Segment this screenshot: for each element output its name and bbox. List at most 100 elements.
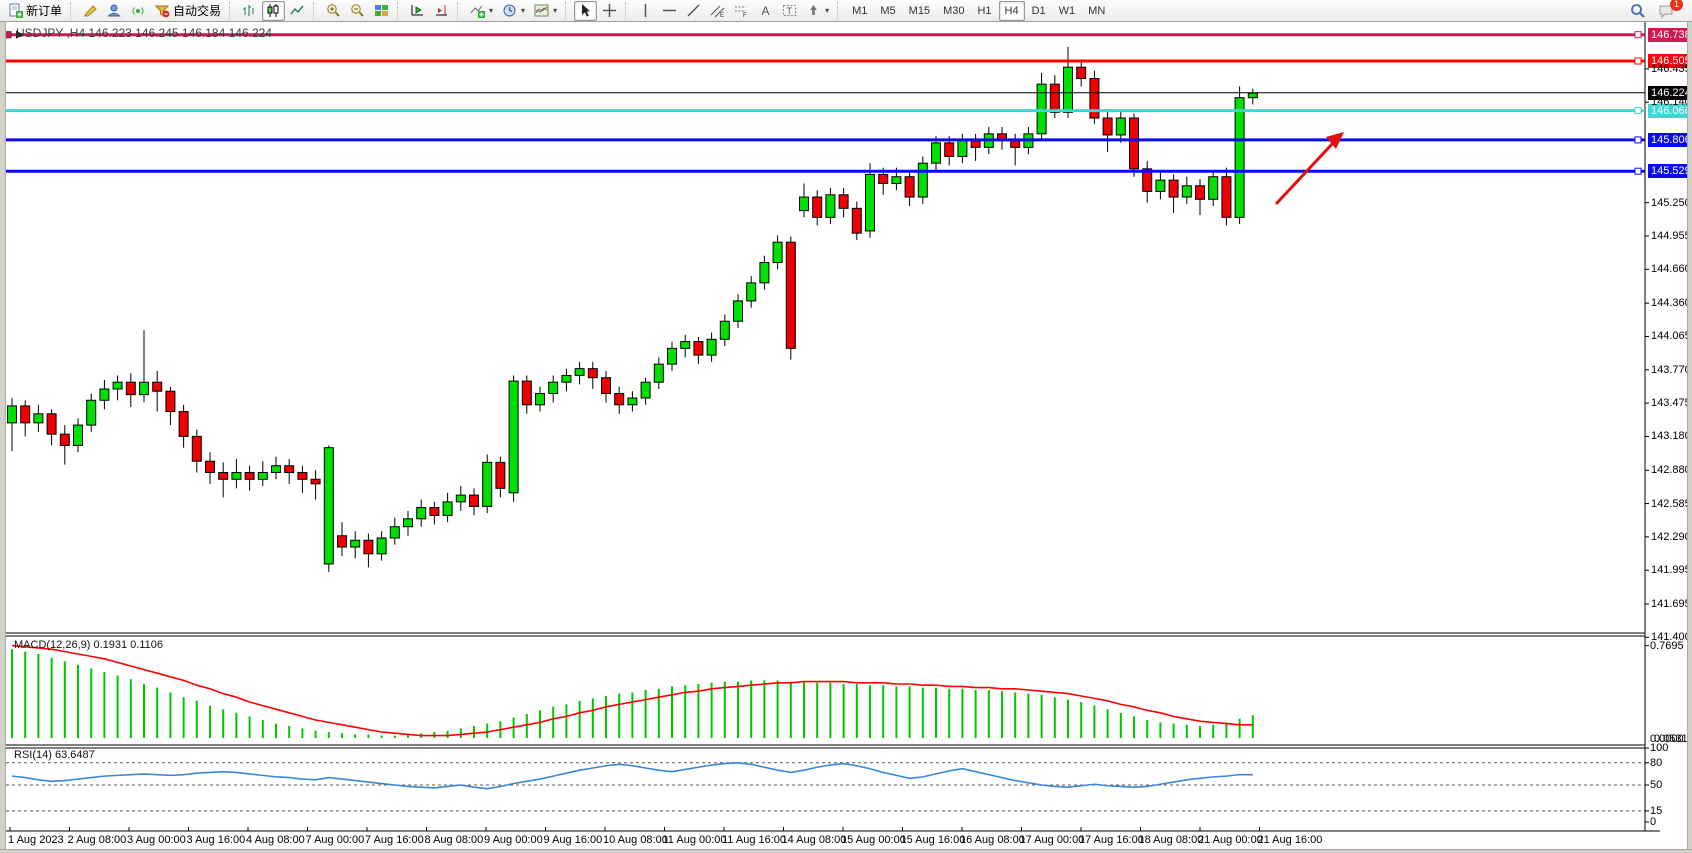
annotation-arrow[interactable] bbox=[1276, 132, 1344, 204]
line-handle[interactable] bbox=[1635, 32, 1641, 38]
line-handle[interactable] bbox=[1635, 168, 1641, 174]
timeframe-m1-button[interactable]: M1 bbox=[846, 1, 873, 21]
time-axis-label: 21 Aug 16:00 bbox=[1258, 834, 1323, 846]
channel-tool-button[interactable]: E bbox=[706, 1, 729, 21]
signal-icon bbox=[131, 3, 146, 18]
horizontal-line-icon bbox=[662, 3, 677, 18]
tile-windows-icon bbox=[374, 3, 389, 18]
price-level-label[interactable]: 146.738 bbox=[1648, 28, 1692, 42]
macd-indicator-label: MACD(12,26,9) 0.1931 0.1106 bbox=[14, 639, 163, 651]
toolbar-separator bbox=[837, 2, 842, 20]
templates-button[interactable]: ▾ bbox=[530, 1, 561, 21]
vertical-line-tool-button[interactable] bbox=[634, 1, 657, 21]
auto-trading-button[interactable]: 自动交易 bbox=[151, 1, 225, 21]
arrows-tool-button[interactable]: ▾ bbox=[802, 1, 833, 21]
time-axis-label: 15 Aug 00:00 bbox=[841, 834, 906, 846]
line-handle[interactable] bbox=[1635, 58, 1641, 64]
time-axis-label: 11 Aug 16:00 bbox=[722, 834, 786, 846]
svg-text:E: E bbox=[720, 13, 724, 18]
periods-button[interactable]: ▾ bbox=[498, 1, 529, 21]
line-handle[interactable] bbox=[1635, 108, 1641, 114]
time-axis-label: 8 Aug 08:00 bbox=[425, 834, 484, 846]
price-axis-tick: 141.695 bbox=[1651, 598, 1691, 610]
zoom-out-icon bbox=[350, 3, 365, 18]
svg-text:A: A bbox=[762, 4, 770, 18]
price-axis-tick: 146.140 bbox=[1651, 96, 1691, 108]
timeframe-m15-button[interactable]: M15 bbox=[903, 1, 936, 21]
macd-max-label: 0.7695 bbox=[1650, 640, 1684, 652]
chart-shift-button[interactable] bbox=[430, 1, 453, 21]
rsi-level-label: 0 bbox=[1650, 816, 1656, 828]
crosshair-tool-button[interactable] bbox=[598, 1, 621, 21]
candles-layer bbox=[8, 47, 1258, 572]
community-button[interactable] bbox=[103, 1, 126, 21]
timeframe-m30-button[interactable]: M30 bbox=[937, 1, 970, 21]
price-axis-tick: 141.995 bbox=[1651, 564, 1691, 576]
zoom-in-icon bbox=[326, 3, 341, 18]
new-order-button[interactable]: 新订单 bbox=[4, 1, 66, 21]
candlestick-mode-button[interactable] bbox=[262, 1, 285, 21]
indicators-button[interactable]: ▾ bbox=[466, 1, 497, 21]
auto-scroll-button[interactable] bbox=[406, 1, 429, 21]
price-level-label[interactable]: 145.529 bbox=[1648, 164, 1692, 178]
toolbar-separator bbox=[457, 2, 462, 20]
time-axis-label: 7 Aug 16:00 bbox=[365, 834, 424, 846]
styler-button[interactable] bbox=[79, 1, 102, 21]
text-tool-button[interactable]: A bbox=[754, 1, 777, 21]
time-axis-label: 10 Aug 08:00 bbox=[603, 834, 668, 846]
timeframe-mn-button[interactable]: MN bbox=[1082, 1, 1111, 21]
horizontal-line-tool-button[interactable] bbox=[658, 1, 681, 21]
signals-button[interactable] bbox=[127, 1, 150, 21]
time-axis-label: 15 Aug 16:00 bbox=[901, 834, 966, 846]
timeframe-w1-button[interactable]: W1 bbox=[1053, 1, 1082, 21]
chevron-down-icon: ▾ bbox=[825, 6, 829, 15]
line-handle[interactable] bbox=[1635, 137, 1641, 143]
search-button[interactable] bbox=[1626, 1, 1650, 21]
bar-chart-mode-button[interactable] bbox=[238, 1, 261, 21]
time-axis-label: 11 Aug 00:00 bbox=[663, 834, 727, 846]
toolbar: 新订单 自动交易 bbox=[0, 0, 1692, 22]
price-axis-tick: 146.435 bbox=[1651, 63, 1691, 75]
price-axis-tick: 144.065 bbox=[1651, 330, 1691, 342]
chevron-down-icon: ▾ bbox=[553, 6, 557, 15]
fibonacci-tool-button[interactable]: F bbox=[730, 1, 753, 21]
timeframe-h4-button[interactable]: H4 bbox=[999, 1, 1025, 21]
timeframe-h1-button[interactable]: H1 bbox=[971, 1, 997, 21]
time-axis-label: 3 Aug 16:00 bbox=[187, 834, 246, 846]
tile-windows-button[interactable] bbox=[370, 1, 393, 21]
crosshair-icon bbox=[602, 3, 617, 18]
vertical-line-icon bbox=[638, 3, 653, 18]
price-axis-tick: 143.475 bbox=[1651, 397, 1691, 409]
clock-icon bbox=[502, 3, 517, 18]
time-axis-label: 9 Aug 16:00 bbox=[544, 834, 603, 846]
trendline-tool-button[interactable] bbox=[682, 1, 705, 21]
chevron-down-icon: ▾ bbox=[521, 6, 525, 15]
cursor-tool-button[interactable] bbox=[574, 1, 597, 21]
timeframe-d1-button[interactable]: D1 bbox=[1026, 1, 1052, 21]
macd-layer bbox=[12, 646, 1253, 738]
svg-text:F: F bbox=[743, 13, 747, 18]
line-chart-icon bbox=[290, 3, 305, 18]
notifications-button[interactable]: 1 bbox=[1654, 1, 1678, 21]
toolbar-separator bbox=[313, 2, 318, 20]
time-axis-label: 4 Aug 08:00 bbox=[246, 834, 305, 846]
rsi-level-label: 100 bbox=[1650, 742, 1668, 754]
add-indicator-icon bbox=[470, 3, 485, 18]
zoom-in-button[interactable] bbox=[322, 1, 345, 21]
zoom-out-button[interactable] bbox=[346, 1, 369, 21]
time-axis-label: 17 Aug 16:00 bbox=[1079, 834, 1144, 846]
price-axis-tick: 145.250 bbox=[1651, 197, 1691, 209]
chevron-down-icon: ▾ bbox=[489, 6, 493, 15]
time-axis-label: 21 Aug 00:00 bbox=[1198, 834, 1263, 846]
timeframe-m5-button[interactable]: M5 bbox=[874, 1, 901, 21]
price-axis-tick: 142.290 bbox=[1651, 531, 1691, 543]
text-label-tool-button[interactable]: T bbox=[778, 1, 801, 21]
chart-canvas[interactable]: USDJPY ,H4 146.223 146.245 146.184 146.2… bbox=[0, 22, 1692, 853]
time-axis-label: 2 Aug 08:00 bbox=[68, 834, 127, 846]
price-level-label[interactable]: 145.806 bbox=[1648, 133, 1692, 147]
time-axis-label: 17 Aug 00:00 bbox=[1020, 834, 1085, 846]
crayon-icon bbox=[83, 3, 98, 18]
line-chart-mode-button[interactable] bbox=[286, 1, 309, 21]
time-axis-label: 1 Aug 2023 bbox=[8, 834, 64, 846]
price-axis-tick: 142.585 bbox=[1651, 498, 1691, 510]
